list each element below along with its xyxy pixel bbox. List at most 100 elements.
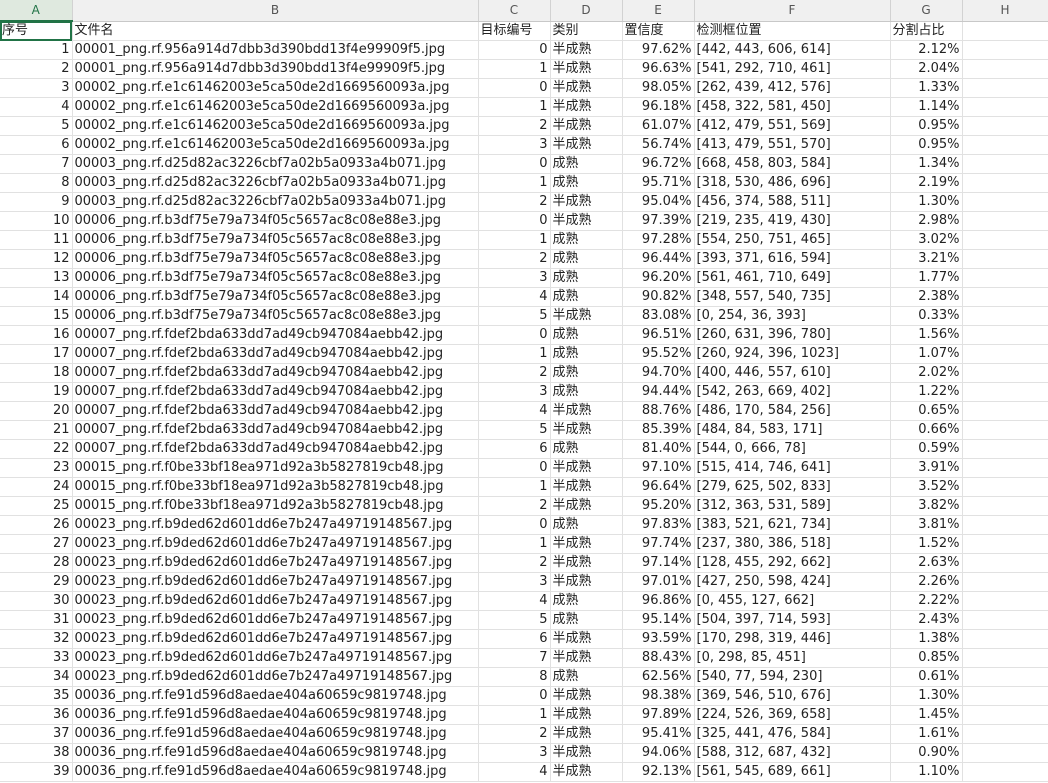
table-cell[interactable]: [540, 77, 594, 230] [694,667,891,687]
table-cell[interactable]: 2 [478,496,551,516]
table-cell[interactable]: [260, 924, 396, 1023] [694,344,891,364]
table-cell[interactable]: 25 [0,496,73,516]
table-cell[interactable]: 00006_png.rf.b3df75e79a734f05c5657ac8c08… [72,287,479,307]
table-cell[interactable]: 1 [478,477,551,497]
table-cell[interactable]: 8 [478,667,551,687]
table-cell[interactable] [962,287,1048,307]
table-cell[interactable]: 21 [0,420,73,440]
table-cell[interactable]: 3.81% [890,515,963,535]
table-cell[interactable] [962,230,1048,250]
table-cell[interactable]: 5 [0,116,73,136]
table-cell[interactable]: [561, 461, 710, 649] [694,268,891,288]
table-cell[interactable]: 半成熟 [550,78,623,98]
table-cell[interactable]: 96.72% [622,154,695,174]
table-cell[interactable]: 0.61% [890,667,963,687]
table-cell[interactable] [962,705,1048,725]
table-cell[interactable]: 00002_png.rf.e1c61462003e5ca50de2d166956… [72,116,479,136]
table-cell[interactable] [962,724,1048,744]
table-cell[interactable] [962,610,1048,630]
table-cell[interactable]: [279, 625, 502, 833] [694,477,891,497]
table-cell[interactable] [962,135,1048,155]
table-cell[interactable]: 85.39% [622,420,695,440]
table-cell[interactable]: 半成熟 [550,40,623,60]
table-cell[interactable]: 00006_png.rf.b3df75e79a734f05c5657ac8c08… [72,211,479,231]
table-cell[interactable]: 5 [478,306,551,326]
table-cell[interactable]: 98.05% [622,78,695,98]
table-cell[interactable] [962,344,1048,364]
table-cell[interactable]: 95.20% [622,496,695,516]
table-cell[interactable] [962,173,1048,193]
table-cell[interactable]: 00023_png.rf.b9ded62d601dd6e7b247a497191… [72,648,479,668]
table-cell[interactable]: 1.30% [890,192,963,212]
table-cell[interactable]: 6 [478,629,551,649]
table-cell[interactable]: 00023_png.rf.b9ded62d601dd6e7b247a497191… [72,534,479,554]
table-cell[interactable]: 00001_png.rf.956a914d7dbb3d390bdd13f4e99… [72,40,479,60]
table-cell[interactable]: 4 [478,287,551,307]
header-cell[interactable]: 检测框位置 [694,21,891,41]
table-cell[interactable] [962,154,1048,174]
column-header-g[interactable]: G [890,0,963,22]
table-cell[interactable]: 00036_png.rf.fe91d596d8aedae404a60659c98… [72,686,479,706]
table-cell[interactable]: 17 [0,344,73,364]
table-cell[interactable]: 0.65% [890,401,963,421]
table-cell[interactable]: 半成熟 [550,420,623,440]
table-cell[interactable] [962,458,1048,478]
table-cell[interactable] [962,743,1048,763]
table-cell[interactable]: [383, 521, 621, 734] [694,515,891,535]
table-cell[interactable]: 20 [0,401,73,421]
table-cell[interactable] [962,363,1048,383]
table-cell[interactable]: 5 [478,420,551,440]
table-cell[interactable]: 1 [478,344,551,364]
table-cell[interactable]: 00002_png.rf.e1c61462003e5ca50de2d166956… [72,97,479,117]
table-cell[interactable]: 2 [478,192,551,212]
table-cell[interactable]: 1.38% [890,629,963,649]
table-cell[interactable]: [237, 380, 386, 518] [694,534,891,554]
table-cell[interactable] [962,572,1048,592]
table-cell[interactable]: 00006_png.rf.b3df75e79a734f05c5657ac8c08… [72,249,479,269]
table-cell[interactable]: 3.21% [890,249,963,269]
table-cell[interactable]: 00007_png.rf.fdef2bda633dd7ad49cb947084a… [72,344,479,364]
table-cell[interactable]: 3.82% [890,496,963,516]
table-cell[interactable]: 96.63% [622,59,695,79]
table-cell[interactable]: 00015_png.rf.f0be33bf18ea971d92a3b582781… [72,477,479,497]
table-cell[interactable]: 15 [0,306,73,326]
table-cell[interactable]: 成熟 [550,382,623,402]
table-cell[interactable]: [486, 170, 584, 256] [694,401,891,421]
table-cell[interactable]: 13 [0,268,73,288]
table-cell[interactable]: 62.56% [622,667,695,687]
table-cell[interactable]: 97.89% [622,705,695,725]
header-cell[interactable]: 分割占比 [890,21,963,41]
table-cell[interactable]: 6 [478,439,551,459]
table-cell[interactable]: [442, 443, 606, 614] [694,40,891,60]
table-cell[interactable]: 95.71% [622,173,695,193]
table-cell[interactable]: 10 [0,211,73,231]
table-cell[interactable]: [224, 526, 369, 658] [694,705,891,725]
table-cell[interactable]: 00002_png.rf.e1c61462003e5ca50de2d166956… [72,135,479,155]
table-cell[interactable]: 0.95% [890,135,963,155]
table-cell[interactable]: 95.52% [622,344,695,364]
table-cell[interactable] [962,477,1048,497]
table-cell[interactable]: 39 [0,762,73,782]
table-cell[interactable]: 00023_png.rf.b9ded62d601dd6e7b247a497191… [72,591,479,611]
table-cell[interactable]: 00007_png.rf.fdef2bda633dd7ad49cb947084a… [72,401,479,421]
table-cell[interactable]: 半成熟 [550,477,623,497]
table-cell[interactable]: 97.83% [622,515,695,535]
table-cell[interactable]: 2 [478,553,551,573]
table-cell[interactable]: 14 [0,287,73,307]
table-cell[interactable]: 1 [478,97,551,117]
table-cell[interactable]: 00007_png.rf.fdef2bda633dd7ad49cb947084a… [72,439,479,459]
column-header-f[interactable]: F [694,0,891,22]
table-cell[interactable]: 0.33% [890,306,963,326]
table-cell[interactable]: 半成熟 [550,116,623,136]
table-cell[interactable]: 半成熟 [550,306,623,326]
table-cell[interactable]: 93.59% [622,629,695,649]
table-cell[interactable]: [325, 441, 476, 584] [694,724,891,744]
table-cell[interactable]: 23 [0,458,73,478]
table-cell[interactable]: 成熟 [550,268,623,288]
table-cell[interactable]: 26 [0,515,73,535]
table-cell[interactable]: 0 [478,78,551,98]
table-cell[interactable]: 00015_png.rf.f0be33bf18ea971d92a3b582781… [72,458,479,478]
header-cell[interactable] [962,21,1048,41]
table-cell[interactable]: [458, 322, 581, 450] [694,97,891,117]
table-cell[interactable]: 3 [478,382,551,402]
